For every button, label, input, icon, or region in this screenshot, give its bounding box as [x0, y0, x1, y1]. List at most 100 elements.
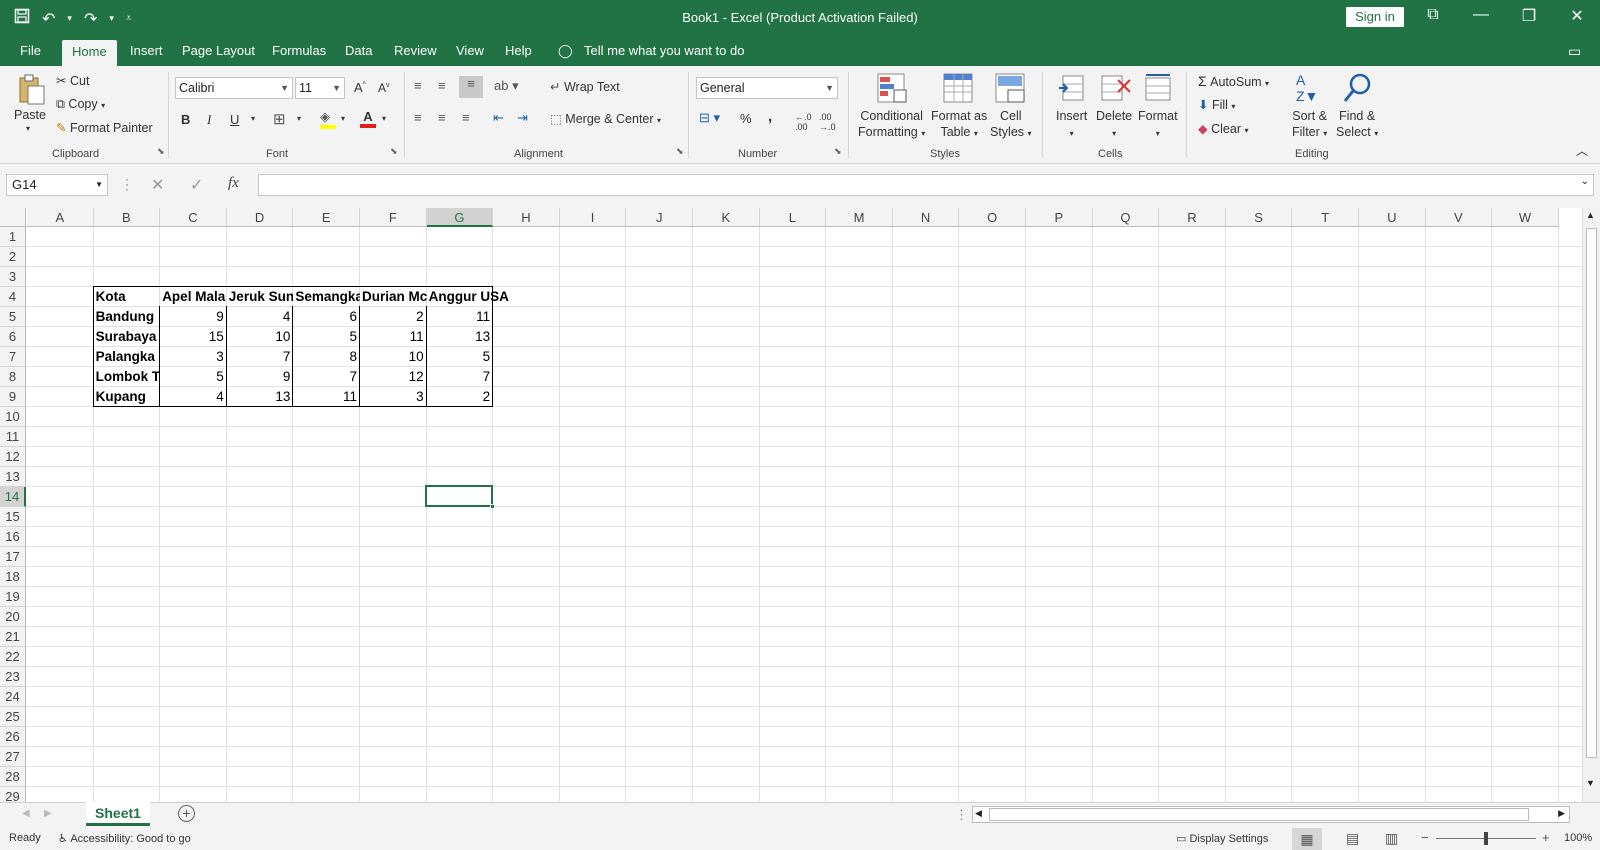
number-format-select[interactable]: General ▼	[696, 77, 838, 99]
table-value-cell[interactable]: 5	[160, 367, 227, 387]
row-header-7[interactable]: 7	[0, 347, 26, 367]
accounting-format-icon[interactable]: ⊟ ▾	[699, 110, 720, 126]
zoom-out-icon[interactable]: −	[1421, 830, 1429, 845]
row-header-19[interactable]: 19	[0, 587, 26, 607]
page-layout-view-icon[interactable]: ▤	[1346, 830, 1359, 847]
display-settings-button[interactable]: ▭ Display Settings	[1176, 832, 1268, 845]
table-value-cell[interactable]: 12	[360, 367, 427, 387]
table-row-label[interactable]: Lombok T	[94, 367, 161, 387]
row-header-6[interactable]: 6	[0, 327, 26, 347]
row-header-29[interactable]: 29	[0, 787, 26, 802]
clear-button[interactable]: ◆ Clear ▾	[1198, 121, 1248, 136]
select-all-corner[interactable]	[0, 208, 26, 227]
sheet-tab-sheet1[interactable]: Sheet1	[86, 802, 150, 826]
table-value-cell[interactable]: 2	[360, 307, 427, 327]
increase-indent-icon[interactable]: ⇥	[517, 110, 528, 126]
align-left-icon[interactable]: ≡	[414, 110, 422, 125]
zoom-level[interactable]: 100%	[1564, 832, 1592, 844]
table-value-cell[interactable]: 4	[227, 307, 294, 327]
paste-dropdown-icon[interactable]: ▾	[26, 124, 30, 133]
minimize-icon[interactable]: —	[1468, 6, 1494, 24]
table-value-cell[interactable]: 15	[160, 327, 227, 347]
tell-me-search[interactable]: Tell me what you want to do	[584, 43, 744, 58]
copy-button[interactable]: ⧉ Copy ▾	[56, 97, 105, 112]
column-header-q[interactable]: Q	[1092, 208, 1160, 227]
row-header-20[interactable]: 20	[0, 607, 26, 627]
tab-data[interactable]: Data	[345, 43, 372, 58]
tab-page-layout[interactable]: Page Layout	[182, 43, 255, 58]
find-select-button[interactable]: Find & Select ▾	[1336, 108, 1378, 142]
format-as-table-button[interactable]: Format as Table ▾	[931, 108, 987, 142]
decrease-decimal-icon[interactable]: .00 →.0	[819, 112, 836, 132]
row-header-21[interactable]: 21	[0, 627, 26, 647]
align-top-icon[interactable]: ≡	[414, 78, 422, 93]
row-header-9[interactable]: 9	[0, 387, 26, 407]
column-header-j[interactable]: J	[626, 208, 693, 227]
font-color-dropdown-icon[interactable]: ▾	[382, 114, 386, 123]
table-value-cell[interactable]: 7	[227, 347, 294, 367]
wrap-text-button[interactable]: ↵ Wrap Text	[550, 79, 620, 94]
table-value-cell[interactable]: 13	[427, 327, 494, 347]
row-header-15[interactable]: 15	[0, 507, 26, 527]
fill-button[interactable]: ⬇ Fill ▾	[1198, 97, 1235, 112]
column-header-k[interactable]: K	[693, 208, 760, 227]
table-header-cell[interactable]: Apel Mala	[160, 287, 227, 307]
autosum-button[interactable]: Σ AutoSum ▾	[1198, 73, 1269, 89]
tab-view[interactable]: View	[456, 43, 484, 58]
row-header-27[interactable]: 27	[0, 747, 26, 767]
vertical-scrollbar[interactable]: ▲ ▼	[1582, 208, 1600, 802]
row-header-24[interactable]: 24	[0, 687, 26, 707]
underline-button[interactable]: U	[230, 112, 239, 127]
row-header-2[interactable]: 2	[0, 247, 26, 267]
format-painter-button[interactable]: ✎ Format Painter	[56, 120, 153, 135]
alignment-launcher-icon[interactable]: ⬊	[676, 146, 684, 157]
table-value-cell[interactable]: 11	[427, 307, 494, 327]
table-row-label[interactable]: Palangka I	[94, 347, 161, 367]
scroll-left-icon[interactable]: ◀	[975, 808, 982, 819]
column-header-v[interactable]: V	[1425, 208, 1493, 227]
fill-handle[interactable]	[490, 504, 496, 509]
row-header-10[interactable]: 10	[0, 407, 26, 427]
horizontal-scrollbar[interactable]: ◀ ▶	[972, 806, 1570, 823]
table-value-cell[interactable]: 8	[293, 347, 360, 367]
percent-style-button[interactable]: %	[740, 111, 752, 126]
table-value-cell[interactable]: 3	[160, 347, 227, 367]
align-middle-icon[interactable]: ≡	[438, 78, 446, 93]
scroll-up-icon[interactable]: ▲	[1586, 210, 1595, 220]
tab-insert[interactable]: Insert	[130, 43, 163, 58]
row-header-4[interactable]: 4	[0, 287, 26, 307]
insert-function-button[interactable]: fx	[228, 175, 239, 192]
row-header-8[interactable]: 8	[0, 367, 26, 387]
row-header-16[interactable]: 16	[0, 527, 26, 547]
column-header-d[interactable]: D	[226, 208, 294, 227]
table-value-cell[interactable]: 6	[293, 307, 360, 327]
font-launcher-icon[interactable]: ⬊	[390, 146, 398, 157]
decrease-indent-icon[interactable]: ⇤	[493, 110, 504, 126]
column-header-f[interactable]: F	[360, 208, 427, 227]
scroll-down-icon[interactable]: ▼	[1586, 778, 1595, 788]
comments-icon[interactable]: ▭	[1568, 43, 1581, 60]
align-center-icon[interactable]: ≡	[438, 110, 446, 125]
number-launcher-icon[interactable]: ⬊	[834, 146, 842, 157]
increase-decimal-icon[interactable]: ←.0.00	[795, 112, 812, 132]
row-header-13[interactable]: 13	[0, 467, 26, 487]
restore-icon[interactable]: ❐	[1516, 6, 1542, 26]
table-header-cell[interactable]: Jeruk Sunl	[227, 287, 294, 307]
conditional-formatting-button[interactable]: Conditional Formatting ▾	[858, 108, 925, 142]
table-header-cell[interactable]: Anggur USA	[427, 287, 514, 307]
page-break-view-icon[interactable]: ▥	[1385, 830, 1398, 847]
font-color-icon[interactable]: A	[360, 109, 376, 128]
column-header-w[interactable]: W	[1492, 208, 1559, 227]
table-value-cell[interactable]: 7	[293, 367, 360, 387]
font-size-select[interactable]: 11 ▼	[295, 77, 345, 99]
underline-dropdown-icon[interactable]: ▾	[251, 114, 255, 123]
enter-check-icon[interactable]: ✓	[190, 175, 203, 195]
column-header-a[interactable]: A	[27, 208, 94, 227]
column-header-u[interactable]: U	[1359, 208, 1426, 227]
name-box[interactable]: G14 ▼	[6, 174, 108, 196]
column-header-e[interactable]: E	[293, 208, 360, 227]
row-header-18[interactable]: 18	[0, 567, 26, 587]
row-header-14[interactable]: 14	[0, 487, 26, 507]
scroll-right-icon[interactable]: ▶	[1558, 808, 1565, 819]
delete-cells-button[interactable]: Delete ▾	[1096, 108, 1132, 142]
